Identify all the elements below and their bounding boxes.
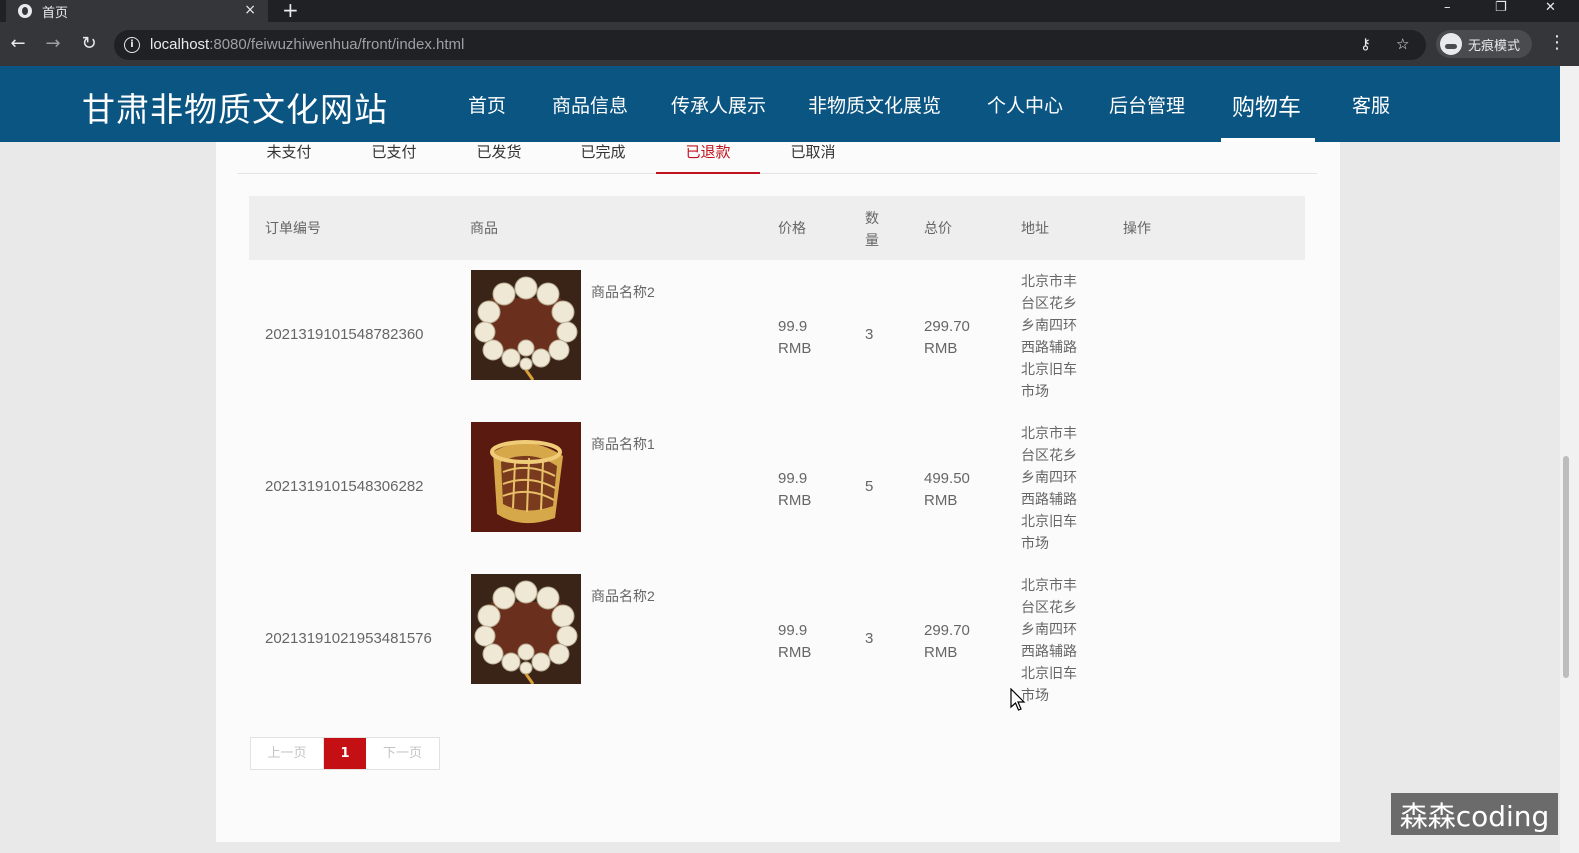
nav-goods[interactable]: 商品信息	[552, 91, 628, 118]
price: 99.9 RMB	[778, 622, 812, 661]
address: 北京市丰台区花乡乡南四环西路辅路北京旧车市场	[1021, 425, 1077, 551]
reload-icon[interactable]: ↻	[77, 32, 101, 56]
header-total: 总价	[924, 221, 952, 237]
close-icon[interactable]: ×	[244, 2, 256, 18]
browser-menu-icon[interactable]: ⋮	[1548, 32, 1566, 53]
nav-cart[interactable]: 购物车	[1232, 88, 1301, 122]
minimize-icon[interactable]: –	[1444, 0, 1451, 15]
price: 99.9 RMB	[778, 318, 812, 357]
nav-personal-center[interactable]: 个人中心	[987, 91, 1063, 118]
order-status-tabs: 未支付 已支付 已发货 已完成 已退款 已取消	[237, 142, 1317, 174]
restore-icon[interactable]: ❐	[1495, 0, 1507, 15]
mouse-cursor-icon	[1010, 688, 1026, 711]
quantity: 5	[865, 478, 874, 495]
total-price: 499.50 RMB	[924, 470, 970, 509]
incognito-badge[interactable]: 无痕模式	[1436, 30, 1532, 58]
total-price: 299.70 RMB	[924, 318, 970, 357]
globe-icon	[18, 4, 32, 18]
tab-refunded[interactable]: 已退款	[656, 142, 760, 174]
address: 北京市丰台区花乡乡南四环西路辅路北京旧车市场	[1021, 273, 1077, 399]
site-header: 甘肃非物质文化网站 首页 商品信息 传承人展示 非物质文化展览 个人中心 后台管…	[0, 66, 1560, 142]
table-row: 2021319101548306282 商品名称1 99.9 RMB 5 499.…	[249, 412, 1305, 564]
nav-inheritors[interactable]: 传承人展示	[671, 91, 766, 118]
table-row: 2021319102195348157​6 商品名称2 99.9 RMB 3 29…	[249, 564, 1305, 716]
tab-paid[interactable]: 已支付	[342, 142, 446, 174]
price: 99.9 RMB	[778, 470, 812, 509]
page-number-current[interactable]: 1	[324, 738, 366, 769]
header-action: 操作	[1123, 221, 1151, 237]
prev-page-button[interactable]: 上一页	[251, 738, 324, 769]
info-icon[interactable]: i	[124, 37, 140, 53]
window-close-icon[interactable]: ✕	[1545, 0, 1556, 15]
goods-image-bracelet[interactable]	[471, 270, 581, 380]
goods-name[interactable]: 商品名称2	[591, 586, 655, 606]
scrollbar-thumb[interactable]	[1563, 456, 1569, 678]
header-goods: 商品	[470, 221, 498, 237]
address: 北京市丰台区花乡乡南四环西路辅路北京旧车市场	[1021, 577, 1077, 703]
nav-home[interactable]: 首页	[468, 91, 506, 118]
watermark: 森森coding	[1391, 793, 1558, 835]
forward-icon[interactable]: →	[41, 32, 65, 56]
nav-customer-service[interactable]: 客服	[1352, 91, 1390, 118]
quantity: 3	[865, 326, 874, 343]
browser-tabstrip: 首页 × + – ❐ ✕	[0, 0, 1579, 22]
incognito-icon	[1440, 33, 1462, 55]
order-number: 2021319102195348157​6	[265, 630, 432, 647]
back-icon[interactable]: ←	[6, 32, 30, 56]
next-page-button[interactable]: 下一页	[366, 738, 439, 769]
header-price: 价格	[778, 221, 806, 237]
address-bar[interactable]: i localhost:8080/feiwuzhiwenhua/front/in…	[114, 30, 1426, 60]
goods-name[interactable]: 商品名称1	[591, 434, 655, 454]
nav-exhibition[interactable]: 非物质文化展览	[808, 91, 941, 118]
nav-admin[interactable]: 后台管理	[1109, 91, 1185, 118]
tab-completed[interactable]: 已完成	[551, 142, 655, 174]
header-qty: 数量	[865, 211, 879, 249]
order-number: 2021319101548306282	[265, 478, 424, 495]
goods-image-bracelet[interactable]	[471, 574, 581, 684]
key-icon[interactable]: ⚷	[1360, 35, 1371, 53]
url-text[interactable]: localhost:8080/feiwuzhiwenhua/front/inde…	[150, 36, 464, 53]
order-table-header: 订单编号 商品 价格 数量 总价 地址 操作	[249, 196, 1305, 260]
goods-name[interactable]: 商品名称2	[591, 282, 655, 302]
tab-cancelled[interactable]: 已取消	[761, 142, 865, 174]
pagination: 上一页 1 下一页	[250, 737, 440, 770]
tab-title: 首页	[42, 5, 69, 21]
star-icon[interactable]: ☆	[1396, 35, 1409, 53]
browser-toolbar: ← → ↻ i localhost:8080/feiwuzhiwenhua/fr…	[0, 22, 1579, 66]
total-price: 299.70 RMB	[924, 622, 970, 661]
tab-unpaid[interactable]: 未支付	[237, 142, 341, 174]
table-row: 2021319101548782360 商品名称2 99.9 RMB 3 299.…	[249, 260, 1305, 412]
browser-tab[interactable]: 首页 ×	[6, 0, 268, 22]
header-order-no: 订单编号	[265, 221, 321, 237]
tab-shipped[interactable]: 已发货	[447, 142, 551, 174]
new-tab-button[interactable]: +	[282, 0, 299, 22]
header-address: 地址	[1021, 221, 1049, 237]
site-title[interactable]: 甘肃非物质文化网站	[82, 83, 388, 131]
quantity: 3	[865, 630, 874, 647]
goods-image-basket[interactable]	[471, 422, 581, 532]
order-number: 2021319101548782360	[265, 326, 424, 343]
